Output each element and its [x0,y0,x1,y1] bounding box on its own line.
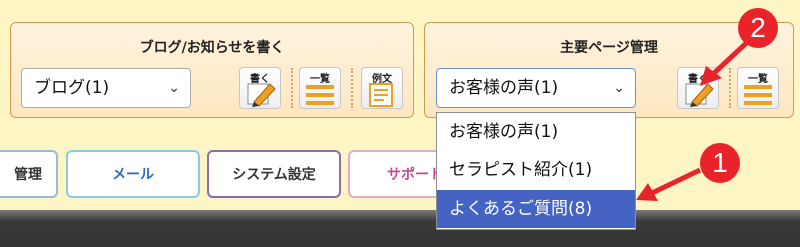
annotation-badge-2: 2 [738,8,778,48]
annotation-arrows [636,33,757,201]
arrow-1-line [648,167,702,197]
annotation-badge-1: 1 [700,143,740,183]
